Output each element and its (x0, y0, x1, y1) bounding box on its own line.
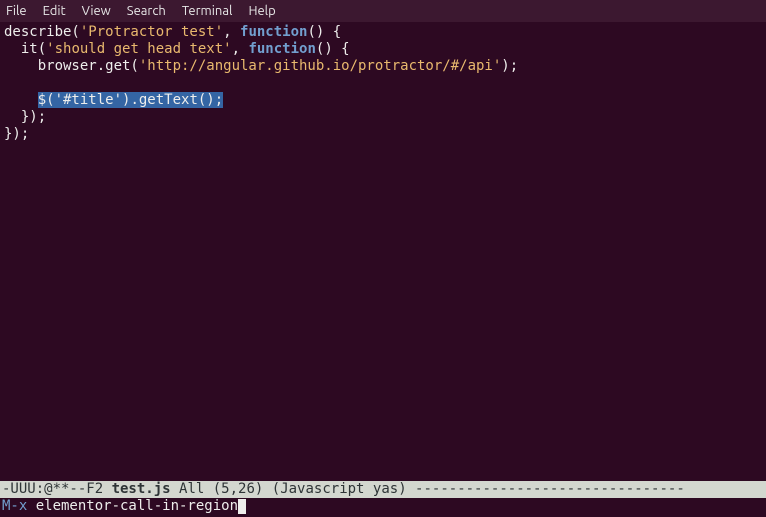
code-text: () { (307, 24, 341, 40)
menu-bar: File Edit View Search Terminal Help (0, 0, 766, 22)
code-string: 'should get head text' (46, 41, 231, 57)
modeline-position: All (5,26) (179, 481, 263, 497)
code-text: }); (4, 126, 29, 142)
cursor (238, 499, 246, 514)
code-text: , (223, 24, 240, 40)
code-text: ); (501, 58, 518, 74)
code-keyword: function (240, 24, 307, 40)
code-text: () { (316, 41, 350, 57)
code-text: it( (4, 41, 46, 57)
code-text (4, 92, 38, 108)
code-text: , (232, 41, 249, 57)
code-text: describe( (4, 24, 80, 40)
menu-search[interactable]: Search (119, 2, 174, 20)
code-string: 'http://angular.github.io/protractor/#/a… (139, 58, 501, 74)
modeline-spacer (263, 481, 271, 497)
menu-file[interactable]: File (4, 2, 35, 20)
modeline-dashes: -------------------------------- (407, 481, 685, 497)
menu-help[interactable]: Help (240, 2, 283, 20)
modeline-spacer (171, 481, 179, 497)
modeline-status: -UUU:@**--F2 (2, 481, 112, 497)
code-string: 'Protractor test' (80, 24, 223, 40)
code-keyword: function (248, 41, 315, 57)
minibuffer-prompt: M-x (2, 498, 36, 514)
menu-terminal[interactable]: Terminal (174, 2, 241, 20)
code-text: }); (4, 109, 46, 125)
menu-edit[interactable]: Edit (35, 2, 74, 20)
menu-view[interactable]: View (74, 2, 119, 20)
mode-line: -UUU:@**--F2 test.js All (5,26) (Javascr… (0, 481, 766, 498)
minibuffer[interactable]: M-x elementor-call-in-region (0, 498, 766, 517)
modeline-mode: (Javascript yas) (272, 481, 407, 497)
code-text: browser.get( (4, 58, 139, 74)
code-editor[interactable]: describe('Protractor test', function() {… (0, 22, 766, 481)
minibuffer-command: elementor-call-in-region (36, 498, 238, 514)
modeline-filename: test.js (112, 481, 171, 497)
code-selection: $('#title').getText(); (38, 92, 223, 108)
